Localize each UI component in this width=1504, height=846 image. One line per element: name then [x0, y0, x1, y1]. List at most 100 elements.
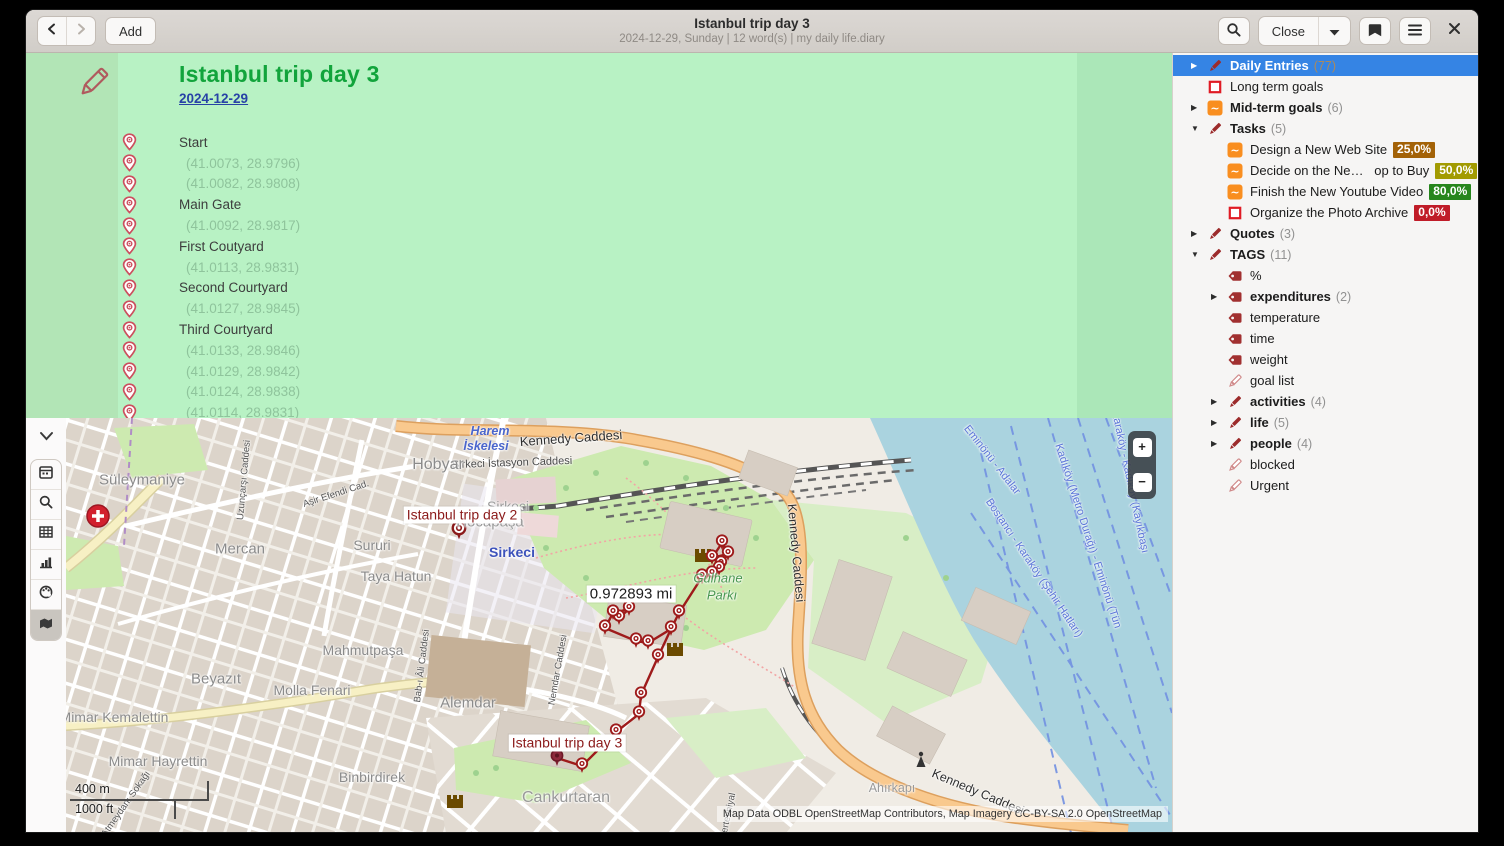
tree-item-count: (2)	[1336, 290, 1351, 304]
entry-row[interactable]: (41.0129, 28.9842)	[118, 361, 1077, 382]
tree-item-organize-the-photo-archive[interactable]: Organize the Photo Archive0,0%	[1173, 202, 1478, 223]
pencil-icon	[1227, 394, 1243, 410]
expander-closed-icon[interactable]: ▶	[1209, 397, 1227, 406]
map-pin-icon	[121, 321, 138, 339]
expander-closed-icon[interactable]: ▶	[1189, 229, 1207, 238]
theme-button[interactable]	[31, 580, 61, 610]
tree-item-daily-entries[interactable]: ▶Daily Entries(77)	[1173, 55, 1478, 76]
expander-closed-icon[interactable]: ▶	[1189, 61, 1207, 70]
tree-item-life[interactable]: ▶life(5)	[1173, 412, 1478, 433]
close-button[interactable]: Close	[1259, 17, 1318, 45]
pencil-icon	[1207, 247, 1223, 263]
entry-date-link[interactable]: 2024-12-29	[179, 89, 248, 108]
map-toolbar	[26, 418, 66, 832]
pencil-icon	[1207, 58, 1223, 74]
menu-button[interactable]	[1399, 17, 1431, 45]
entry-row[interactable]: (41.0092, 28.9817)	[118, 215, 1077, 236]
table-button[interactable]	[31, 520, 61, 550]
svg-text:~: ~	[1230, 164, 1239, 177]
tree-item-urgent[interactable]: Urgent	[1173, 475, 1478, 496]
tree-item-mid-term-goals[interactable]: ▶~Mid-term goals(6)	[1173, 97, 1478, 118]
tree-item-finish-the-new-youtube-video[interactable]: ~Finish the New Youtube Video80,0%	[1173, 181, 1478, 202]
entry-coordinate: (41.0092, 28.9817)	[186, 218, 300, 233]
entry-coordinate: (41.0124, 28.9838)	[186, 384, 300, 399]
window-close-button[interactable]	[1439, 17, 1469, 45]
chevron-left-icon	[45, 22, 59, 41]
map-canvas[interactable]: Kennedy CaddesiKennedy CaddesiKennedy Ca…	[66, 418, 1172, 832]
pencil-outline-icon	[1227, 457, 1243, 473]
entry-place-name: Main Gate	[179, 197, 241, 212]
entry-row[interactable]: Start	[118, 132, 1077, 153]
forward-button[interactable]	[66, 17, 95, 45]
bookmark-button[interactable]	[1359, 17, 1391, 45]
expander-closed-icon[interactable]: ▶	[1209, 418, 1227, 427]
expander-open-icon[interactable]: ▼	[1189, 124, 1207, 133]
tree-item-quotes[interactable]: ▶Quotes(3)	[1173, 223, 1478, 244]
editor-gutter	[26, 53, 118, 418]
in-progress-icon: ~	[1227, 163, 1243, 179]
close-dropdown-button[interactable]	[1318, 17, 1350, 45]
search-icon	[1226, 22, 1242, 41]
tree-item-goal-list[interactable]: goal list	[1173, 370, 1478, 391]
map-pin-icon	[121, 217, 138, 235]
entry-row[interactable]: Third Courtyard	[118, 319, 1077, 340]
tree-item-count: (11)	[1270, 248, 1291, 262]
entry-row[interactable]: (41.0113, 28.9831)	[118, 257, 1077, 278]
map-attribution: Map Data ODBL OpenStreetMap Contributors…	[717, 806, 1168, 822]
editor-text-area[interactable]: Istanbul trip day 3 2024-12-29 Start(41.…	[118, 53, 1077, 418]
tree-item-tags[interactable]: ▼TAGS(11)	[1173, 244, 1478, 265]
tree-item-expenditures[interactable]: ▶expenditures(2)	[1173, 286, 1478, 307]
pencil-outline-icon	[1227, 478, 1243, 494]
tree-item-label: blocked	[1250, 457, 1295, 472]
tree-item-tasks[interactable]: ▼Tasks(5)	[1173, 118, 1478, 139]
search-map-button[interactable]	[31, 490, 61, 520]
tree-item-blocked[interactable]: blocked	[1173, 454, 1478, 475]
expander-closed-icon[interactable]: ▶	[1209, 292, 1227, 301]
checkbox-icon	[1227, 205, 1243, 221]
tag-icon	[1227, 289, 1243, 305]
tree-item-idx-10[interactable]: %	[1173, 265, 1478, 286]
back-button[interactable]	[38, 17, 66, 45]
map-button[interactable]	[31, 610, 61, 640]
tree-item-activities[interactable]: ▶activities(4)	[1173, 391, 1478, 412]
map-pin-icon	[121, 341, 138, 359]
tree-item-design-a-new-web-site[interactable]: ~Design a New Web Site25,0%	[1173, 139, 1478, 160]
expander-closed-icon[interactable]: ▶	[1189, 103, 1207, 112]
chevron-down-icon	[39, 428, 54, 446]
entry-row[interactable]: (41.0133, 28.9846)	[118, 340, 1077, 361]
tree-item-count: (4)	[1311, 395, 1326, 409]
tree-item-temperature[interactable]: temperature	[1173, 307, 1478, 328]
progress-badge: 50,0%	[1435, 163, 1477, 179]
entry-row[interactable]: (41.0114, 28.9831)	[118, 402, 1077, 418]
entry-row[interactable]: Main Gate	[118, 194, 1077, 215]
entry-row[interactable]: First Coutyard	[118, 236, 1077, 257]
close-icon	[1448, 22, 1461, 40]
entry-row[interactable]: (41.0124, 28.9838)	[118, 382, 1077, 403]
in-progress-icon: ~	[1207, 100, 1223, 116]
tree-item-decide-on-the-ne-op-to-buy[interactable]: ~Decide on the Ne… op to Buy50,0%	[1173, 160, 1478, 181]
search-button[interactable]	[1218, 17, 1250, 45]
map-pin-icon	[121, 279, 138, 297]
entry-row[interactable]: (41.0073, 28.9796)	[118, 153, 1077, 174]
expander-open-icon[interactable]: ▼	[1189, 250, 1207, 259]
map-zoom-out-button[interactable]: −	[1133, 473, 1152, 492]
tree-item-time[interactable]: time	[1173, 328, 1478, 349]
add-button[interactable]: Add	[105, 17, 156, 45]
entry-editor[interactable]: Istanbul trip day 3 2024-12-29 Start(41.…	[26, 53, 1172, 418]
chart-button[interactable]	[31, 550, 61, 580]
svg-text:~: ~	[1210, 101, 1219, 114]
entry-row[interactable]: Second Courtyard	[118, 278, 1077, 299]
tree-item-label: people	[1250, 436, 1292, 451]
tree-item-long-term-goals[interactable]: Long term goals	[1173, 76, 1478, 97]
expander-closed-icon[interactable]: ▶	[1209, 439, 1227, 448]
map-zoom-in-button[interactable]: +	[1133, 438, 1152, 457]
tree-item-label: Design a New Web Site	[1250, 142, 1387, 157]
entry-row[interactable]: (41.0082, 28.9808)	[118, 174, 1077, 195]
progress-badge: 0,0%	[1414, 205, 1449, 221]
calendar-button[interactable]	[31, 460, 61, 490]
entry-row[interactable]: (41.0127, 28.9845)	[118, 298, 1077, 319]
tree-item-label: life	[1250, 415, 1269, 430]
map-collapse-button[interactable]	[34, 428, 58, 446]
tree-item-people[interactable]: ▶people(4)	[1173, 433, 1478, 454]
tree-item-weight[interactable]: weight	[1173, 349, 1478, 370]
